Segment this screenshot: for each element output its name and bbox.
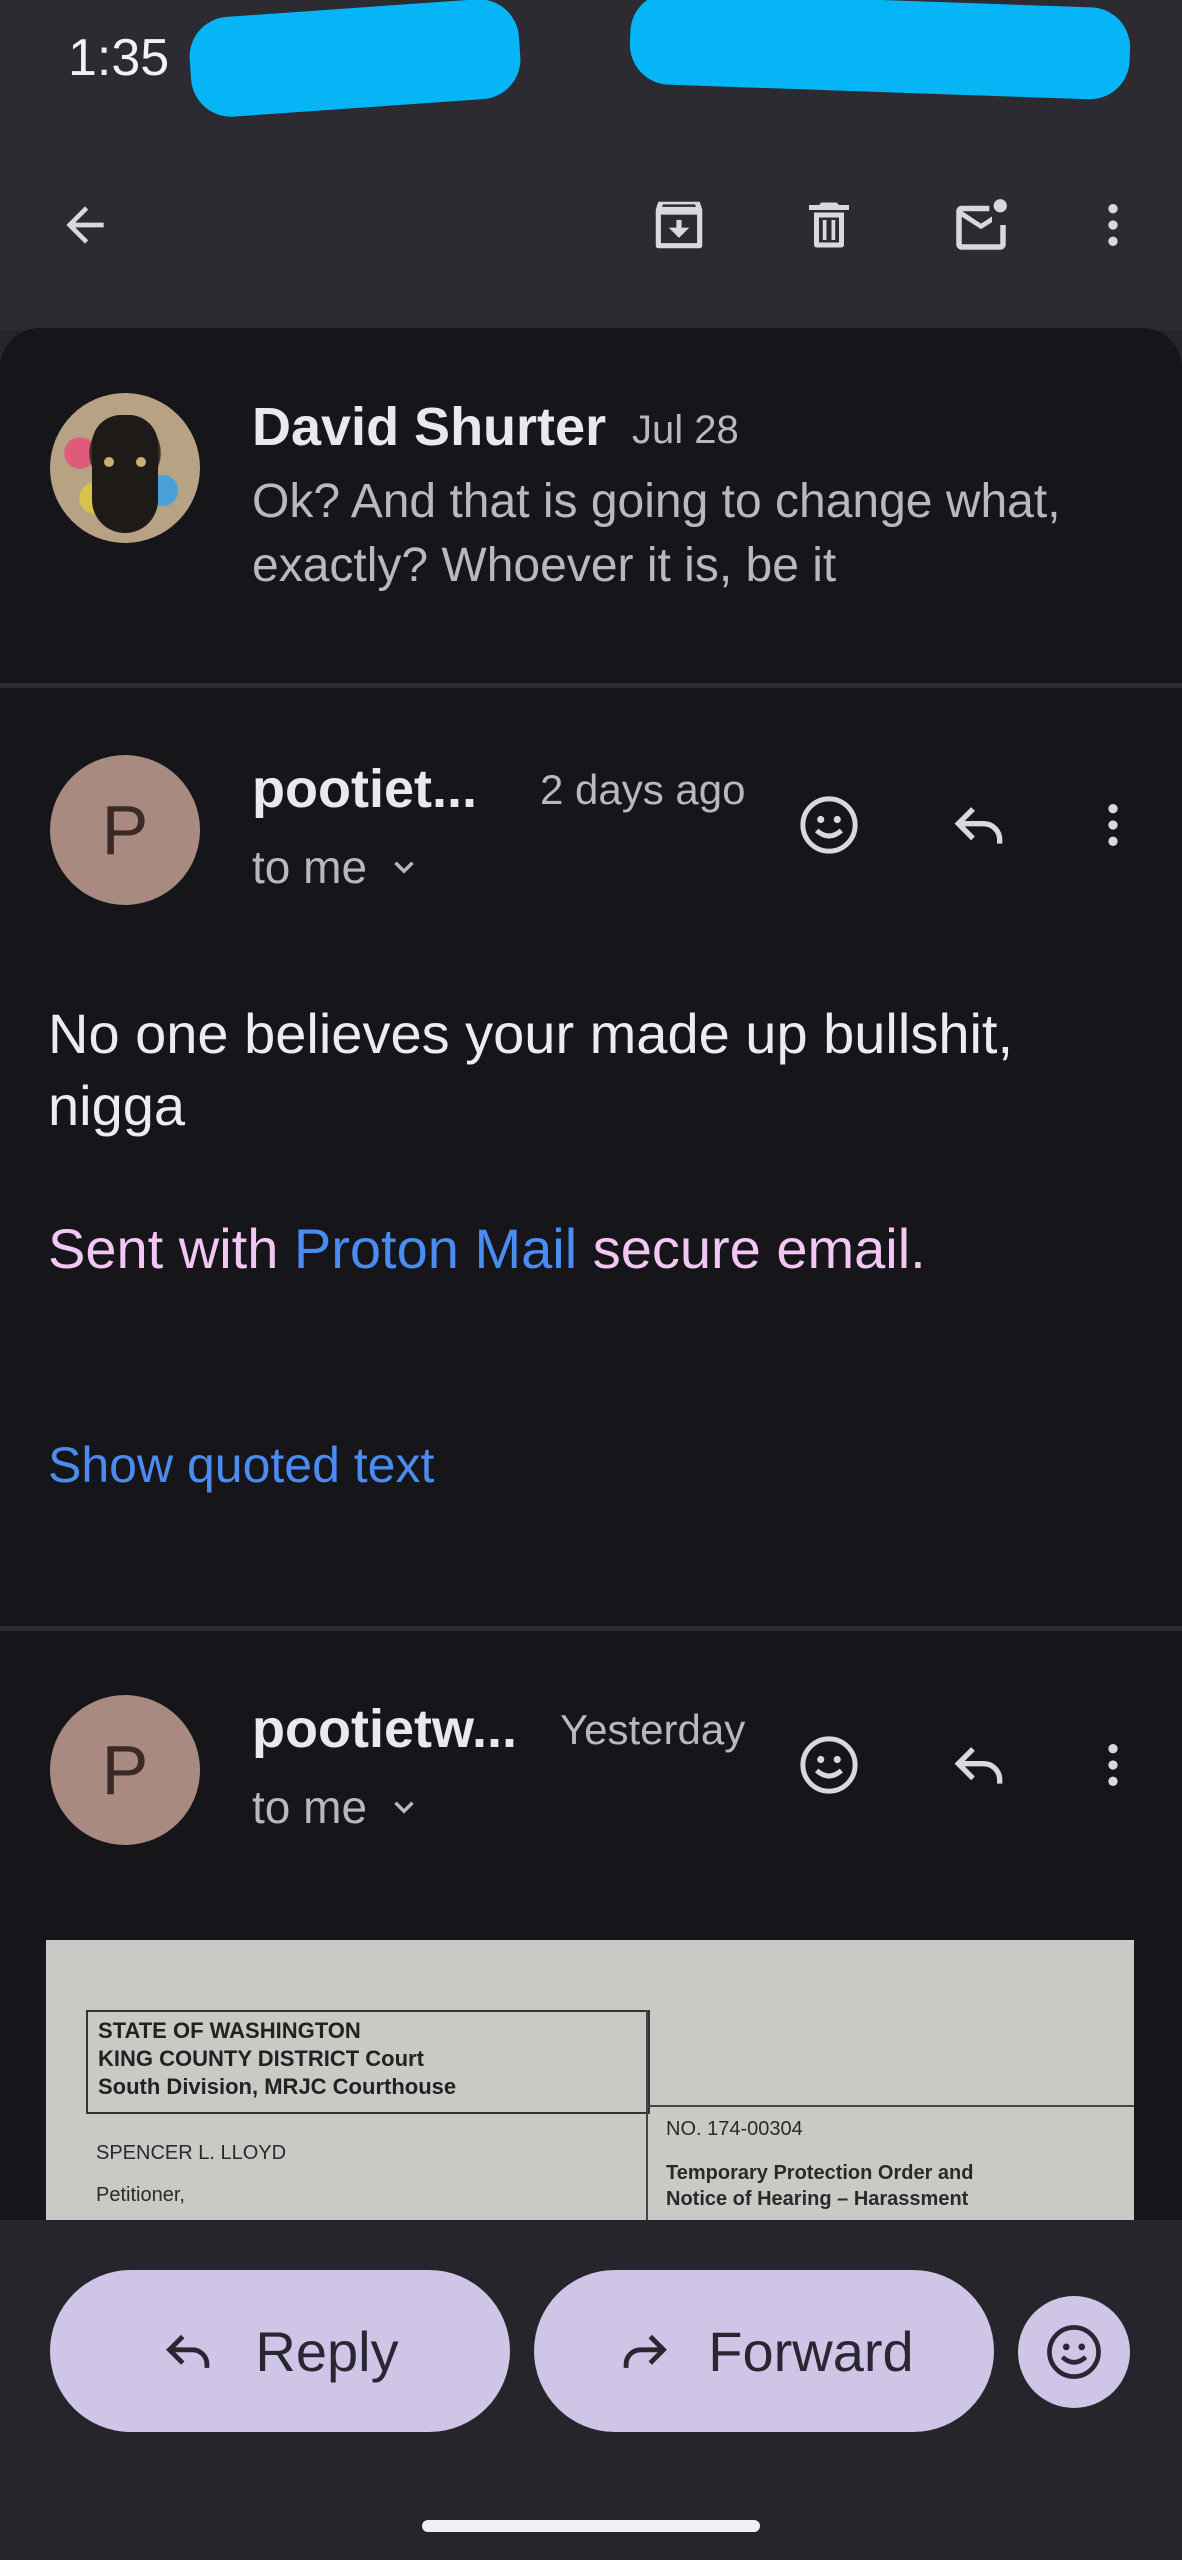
emoji-react-button[interactable] [784,1720,874,1810]
attachment-image[interactable]: STATE OF WASHINGTON KING COUNTY DISTRICT… [46,1940,1134,2240]
message-header[interactable]: P pootietw... Yesterday to me [0,1690,1182,1870]
reply-icon [954,1747,1003,1784]
sender-name: pootiet... [252,759,477,819]
archive-button[interactable] [634,180,724,270]
back-button[interactable] [40,180,130,270]
dog-photo-icon [92,415,158,533]
document-order-title: Temporary Protection Order and [666,2162,974,2184]
reply-button[interactable]: Reply [50,2270,510,2432]
status-bar: 1:35 [0,0,1182,140]
reply-icon [954,807,1003,844]
emoji-react-button[interactable] [1018,2296,1130,2408]
recipient-label: to me [252,841,368,893]
more-options-button[interactable] [1068,180,1158,270]
smiley-icon [1047,2325,1101,2379]
chevron-down-icon [394,1801,414,1814]
document-line: KING COUNTY DISTRICT Court [98,2046,424,2071]
message-header[interactable]: P pootiet... 2 days ago to me [0,750,1182,930]
message-date: Jul 28 [632,408,739,452]
message-time: Yesterday [560,1706,746,1753]
mail-unread-icon [956,199,1007,250]
sender-name: pootietw... [252,1699,517,1759]
message-toolbar [0,140,1182,330]
avatar [50,393,200,543]
avatar: P [50,1695,200,1845]
message-time: 2 days ago [540,766,746,813]
more-vert-icon [1108,204,1118,246]
message-body: No one believes your made up bullshit, n… [48,1002,1014,1137]
message-more-button[interactable] [1068,1720,1158,1810]
smiley-icon [800,1736,858,1794]
home-indicator[interactable] [422,2520,760,2532]
recipient-toggle[interactable]: to me [252,840,421,894]
recipient-toggle[interactable]: to me [252,1780,421,1834]
recipient-label: to me [252,1781,368,1833]
email-signature: Sent with Proton Mail secure email. [48,1216,926,1281]
proton-mail-link[interactable]: Proton Mail [294,1217,577,1280]
delete-button[interactable] [784,180,874,270]
document-rule [646,2010,648,2240]
forward-button[interactable]: Forward [534,2270,994,2432]
mark-unread-button[interactable] [936,180,1026,270]
more-vert-icon [1108,804,1118,846]
document-petitioner: SPENCER L. LLOYD [96,2142,287,2164]
sender-name: David Shurter [252,397,607,457]
trash-icon [809,202,849,248]
divider [0,1626,1182,1631]
collapsed-message[interactable]: David Shurter Jul 28 Ok? And that is goi… [0,328,1182,683]
message-more-button[interactable] [1068,780,1158,870]
reply-icon [166,2334,210,2368]
forward-label: Forward [708,2319,914,2383]
redaction-mark-left [186,0,524,120]
reply-label: Reply [255,2319,399,2383]
document-line: STATE OF WASHINGTON [98,2018,361,2043]
archive-icon [655,201,703,249]
signature-prefix: Sent with [48,1217,294,1280]
emoji-react-button[interactable] [784,780,874,870]
document-petitioner-label: Petitioner, [96,2184,185,2206]
forward-icon [623,2334,668,2368]
document-order-title: Notice of Hearing – Harassment [666,2188,969,2210]
chevron-down-icon [394,861,414,874]
reply-button[interactable] [936,780,1026,870]
reply-button[interactable] [936,1720,1026,1810]
status-time: 1:35 [68,29,170,87]
bottom-action-bar: Reply Forward [0,2220,1182,2560]
smiley-icon [800,796,858,854]
document-case-number: NO. 174-00304 [666,2118,803,2140]
document-rule [646,2105,1134,2107]
avatar: P [50,755,200,905]
redaction-mark-right [628,0,1132,101]
signature-suffix: secure email. [577,1217,926,1280]
arrow-back-icon [66,206,104,244]
message-snippet: Ok? And that is going to change what, ex… [252,475,1061,592]
show-quoted-text-link[interactable]: Show quoted text [48,1436,434,1494]
thread-view: David Shurter Jul 28 Ok? And that is goi… [0,328,1182,2220]
more-vert-icon [1108,1744,1118,1786]
divider [0,683,1182,688]
document-line: South Division, MRJC Courthouse [98,2074,457,2099]
